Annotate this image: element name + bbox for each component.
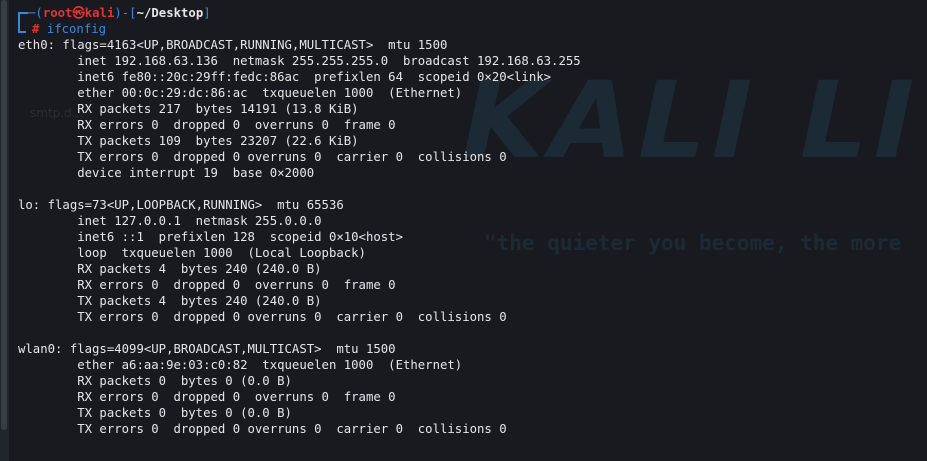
output-line: wlan0: flags=4099<UP,BROADCAST,MULTICAST…	[18, 342, 396, 356]
output-line: TX packets 0 bytes 0 (0.0 B)	[18, 406, 292, 420]
scrollbar[interactable]	[0, 0, 9, 461]
output-line: loop txqueuelen 1000 (Local Loopback)	[18, 246, 366, 260]
prompt-user: root	[42, 6, 73, 20]
output-line: TX packets 109 bytes 23207 (22.6 KiB)	[18, 134, 359, 148]
output-line: TX errors 0 dropped 0 overruns 0 carrier…	[18, 422, 507, 436]
prompt-connector-icon	[18, 12, 20, 33]
prompt-cwd: ~/Desktop	[136, 6, 204, 20]
prompt-hash: #	[32, 22, 40, 36]
output-line: eth0: flags=4163<UP,BROADCAST,RUNNING,MU…	[18, 38, 448, 52]
command-line[interactable]: # ifconfig	[32, 21, 106, 37]
prompt-close-paren: )-[	[114, 6, 137, 20]
prompt-host: kali	[84, 6, 115, 20]
output-line: inet 192.168.63.136 netmask 255.255.255.…	[18, 54, 581, 68]
prompt-at-symbol: ㉿	[72, 6, 85, 20]
output-line: RX packets 217 bytes 14191 (13.8 KiB)	[18, 102, 359, 116]
prompt-open: ─(	[28, 6, 43, 20]
terminal-window[interactable]: KALI LI "the quieter you become, the mor…	[0, 0, 927, 461]
output-line: lo: flags=73<UP,LOOPBACK,RUNNING> mtu 65…	[18, 198, 344, 212]
prompt-line: ─(root㉿kali)-[~/Desktop]	[28, 5, 211, 21]
prompt-close-bracket: ]	[203, 6, 211, 20]
scrollbar-thumb[interactable]	[1, 0, 7, 430]
output-line: inet6 ::1 prefixlen 128 scopeid 0×10<hos…	[18, 230, 403, 244]
output-line: RX errors 0 dropped 0 overruns 0 frame 0	[18, 390, 396, 404]
output-line: RX errors 0 dropped 0 overruns 0 frame 0	[18, 118, 396, 132]
kali-slogan-watermark: "the quieter you become, the more	[484, 231, 902, 255]
output-line: RX packets 4 bytes 240 (240.0 B)	[18, 262, 322, 276]
output-line: TX errors 0 dropped 0 overruns 0 carrier…	[18, 150, 507, 164]
command-text: ifconfig	[46, 22, 107, 36]
output-line: RX packets 0 bytes 0 (0.0 B)	[18, 374, 292, 388]
output-line: ether 00:0c:29:dc:86:ac txqueuelen 1000 …	[18, 86, 463, 100]
output-line: device interrupt 19 base 0×2000	[18, 166, 315, 180]
output-line: inet6 fe80::20c:29ff:fedc:86ac prefixlen…	[18, 70, 552, 84]
output-line: ether a6:aa:9e:03:c0:82 txqueuelen 1000 …	[18, 358, 463, 372]
prompt-corner-bottom-icon	[18, 31, 26, 33]
output-line: TX errors 0 dropped 0 overruns 0 carrier…	[18, 310, 507, 324]
output-line: TX packets 4 bytes 240 (240.0 B)	[18, 294, 322, 308]
output-line: RX errors 0 dropped 0 overruns 0 frame 0	[18, 278, 396, 292]
prompt-corner-top-icon	[18, 12, 28, 14]
output-line: inet 127.0.0.1 netmask 255.0.0.0	[18, 214, 322, 228]
